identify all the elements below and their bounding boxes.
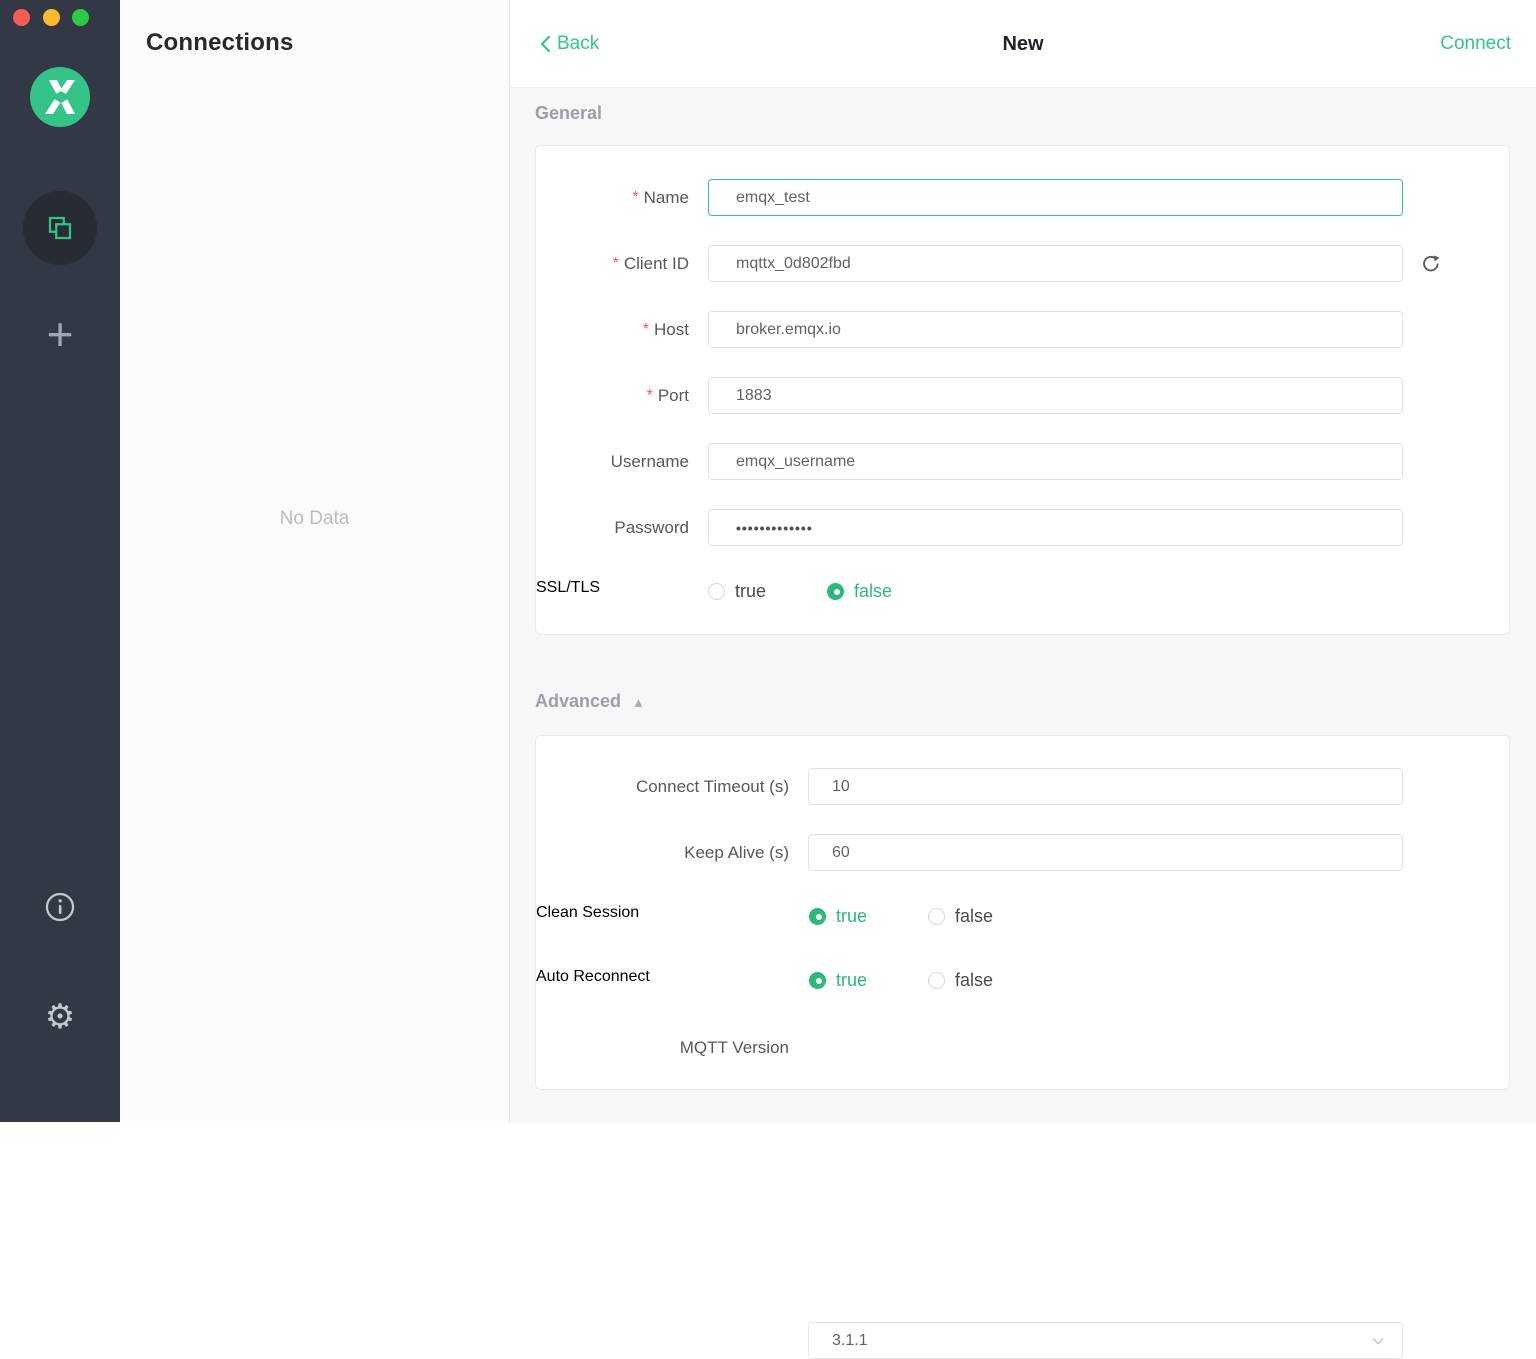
collapse-arrow-icon: ▲ (632, 695, 645, 710)
mqtt-version-row: MQTT Version 3.1.1 (536, 1029, 1509, 1066)
username-row: Username (536, 443, 1509, 480)
connect-timeout-label: Connect Timeout (s) (536, 768, 789, 805)
mqttx-logo (30, 67, 90, 127)
advanced-section-title: Advanced (535, 691, 621, 711)
clean-session-false-option[interactable]: false (928, 906, 993, 927)
mqttx-window: + ⚙ Connections No Data Back New C (0, 0, 1536, 1122)
info-icon (43, 890, 77, 924)
empty-state-text: No Data (120, 508, 509, 530)
name-row: * Name (536, 179, 1509, 216)
settings-button[interactable]: ⚙ (0, 997, 120, 1037)
password-row: Password (536, 509, 1509, 546)
clean-session-true-label[interactable]: true (836, 906, 867, 927)
keep-alive-row: Keep Alive (s) (536, 834, 1509, 871)
traffic-lights (0, 9, 120, 27)
required-marker: * (647, 387, 653, 405)
about-button[interactable] (0, 890, 120, 929)
back-label: Back (557, 33, 599, 55)
ssl-false-option[interactable]: false (827, 581, 892, 602)
port-input[interactable] (708, 377, 1403, 414)
connect-button[interactable]: Connect (1440, 0, 1511, 88)
sidebar: + ⚙ (0, 0, 120, 1122)
required-marker: * (643, 321, 649, 339)
chevron-left-icon (540, 35, 551, 53)
clean-session-false-label[interactable]: false (955, 906, 993, 927)
username-label: Username (536, 443, 689, 480)
new-connection-button[interactable]: + (0, 308, 120, 360)
page-title: New (510, 0, 1536, 88)
auto-reconnect-label: Auto Reconnect (536, 968, 789, 992)
mqtt-version-value: 3.1.1 (832, 1332, 868, 1350)
password-label: Password (536, 509, 689, 546)
mqtt-version-label: MQTT Version (536, 1029, 789, 1066)
clean-session-true-option[interactable]: true (809, 906, 867, 927)
ssl-true-label[interactable]: true (735, 581, 766, 602)
minimize-window-button[interactable] (43, 9, 60, 26)
mqttx-logo-glyph (30, 67, 90, 127)
form-header: Back New Connect (510, 0, 1536, 88)
clean-session-true-radio[interactable] (809, 908, 826, 925)
port-label: * Port (536, 377, 689, 414)
client-id-row: * Client ID (536, 245, 1509, 282)
host-input[interactable] (708, 311, 1403, 348)
ssl-true-option[interactable]: true (708, 581, 766, 602)
general-section-title: General (535, 103, 602, 124)
ssl-true-radio[interactable] (708, 583, 725, 600)
connections-icon (45, 213, 75, 243)
port-row: * Port (536, 377, 1509, 414)
refresh-icon (1420, 253, 1442, 275)
auto-reconnect-false-label[interactable]: false (955, 970, 993, 991)
keep-alive-input[interactable] (808, 834, 1403, 871)
gear-icon: ⚙ (45, 998, 75, 1036)
auto-reconnect-false-radio[interactable] (928, 972, 945, 989)
close-window-button[interactable] (13, 9, 30, 26)
ssl-tls-row: SSL/TLS true false (536, 579, 1509, 603)
sidebar-item-connections[interactable] (23, 191, 97, 265)
auto-reconnect-false-option[interactable]: false (928, 970, 993, 991)
name-label: * Name (536, 179, 689, 216)
clean-session-false-radio[interactable] (928, 908, 945, 925)
name-input[interactable] (708, 179, 1403, 216)
auto-reconnect-row: Auto Reconnect true false (536, 968, 1509, 992)
ssl-false-label[interactable]: false (854, 581, 892, 602)
advanced-section-toggle[interactable]: Advanced ▲ (535, 691, 645, 712)
required-marker: * (613, 255, 619, 273)
zoom-window-button[interactable] (72, 9, 89, 26)
connect-timeout-row: Connect Timeout (s) (536, 768, 1509, 805)
clean-session-label: Clean Session (536, 904, 789, 928)
back-button[interactable]: Back (540, 0, 599, 88)
client-id-input[interactable] (708, 245, 1403, 282)
general-card: * Name * Client ID * (535, 145, 1510, 635)
host-label: * Host (536, 311, 689, 348)
connections-panel: Connections No Data (120, 0, 510, 1122)
auto-reconnect-true-label[interactable]: true (836, 970, 867, 991)
ssl-false-radio[interactable] (827, 583, 844, 600)
mqtt-version-select[interactable]: 3.1.1 (808, 1322, 1403, 1359)
connect-timeout-input[interactable] (808, 768, 1403, 805)
required-marker: * (632, 189, 638, 207)
regenerate-client-id-button[interactable] (1420, 253, 1442, 275)
advanced-card: Connect Timeout (s) Keep Alive (s) Clean… (535, 735, 1510, 1090)
connections-panel-title: Connections (146, 29, 294, 57)
username-input[interactable] (708, 443, 1403, 480)
clean-session-row: Clean Session true false (536, 904, 1509, 928)
main-area: Back New Connect General * Name * Client… (510, 0, 1536, 1122)
auto-reconnect-true-radio[interactable] (809, 972, 826, 989)
auto-reconnect-true-option[interactable]: true (809, 970, 867, 991)
keep-alive-label: Keep Alive (s) (536, 834, 789, 871)
host-row: * Host (536, 311, 1509, 348)
client-id-label: * Client ID (536, 245, 689, 282)
password-input[interactable] (708, 509, 1403, 546)
chevron-down-icon (1370, 1333, 1386, 1349)
ssl-tls-label: SSL/TLS (536, 579, 689, 603)
